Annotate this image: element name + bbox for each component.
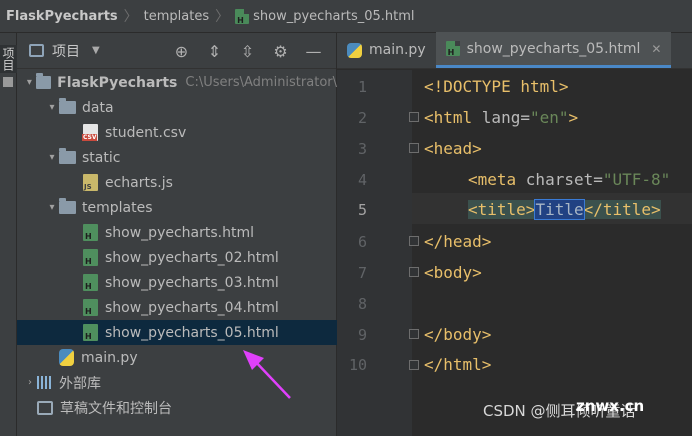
watermark-logo: znwx.cn: [576, 397, 645, 415]
watermark: CSDN @侧耳倾听童话 znwx.cn: [483, 397, 644, 421]
annotation-arrow: [243, 350, 291, 399]
